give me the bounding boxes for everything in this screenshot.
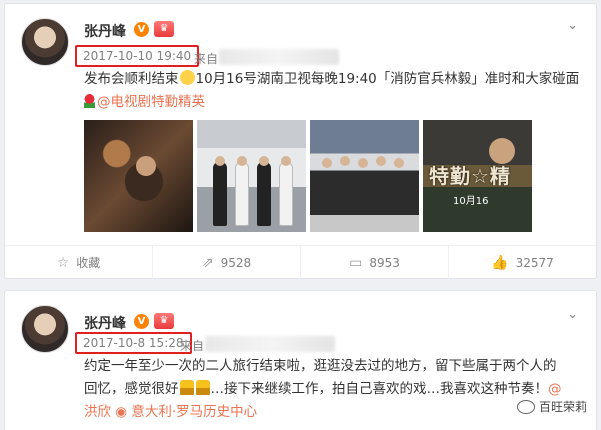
verified-badge-icon: V — [134, 22, 149, 37]
watermark-text: 百旺荣莉 — [538, 400, 587, 414]
chevron-down-icon[interactable]: ⌄ — [567, 18, 578, 33]
comment-button[interactable]: ▭ 8953 — [301, 246, 449, 279]
comment-icon: ▭ — [349, 254, 363, 271]
person-head — [237, 156, 247, 166]
like-count: 32577 — [515, 255, 554, 270]
person-figure — [257, 162, 271, 226]
person-head — [394, 158, 404, 168]
poster-date: 10月16 — [453, 196, 489, 207]
person-figure — [235, 162, 249, 226]
trophy-emoji-icon — [179, 380, 194, 395]
chevron-down-icon[interactable]: ⌄ — [567, 307, 578, 322]
post-timestamp[interactable]: 2017-10-10 19:40 — [75, 45, 200, 67]
post-text-part: 发布会顺利结束 — [84, 71, 179, 87]
person-head — [215, 156, 225, 166]
photo-thumbnail[interactable] — [84, 120, 193, 232]
repost-count: 9528 — [220, 255, 252, 270]
mention-at[interactable]: @ — [548, 381, 562, 397]
person-figure — [136, 156, 156, 176]
repost-button[interactable]: ⇗ 9528 — [153, 246, 301, 279]
avatar[interactable] — [21, 18, 69, 66]
share-icon: ⇗ — [201, 254, 214, 271]
person-head — [340, 156, 350, 166]
person-head — [489, 138, 515, 164]
smile-emoji-icon — [179, 70, 195, 85]
post-text-part: 10月16号湖南卫视每晚19:40「消防官兵林毅」准时和大家碰面 — [195, 71, 580, 87]
post-text-line: 约定一年至少一次的二人旅行结束啦，逛逛没去过的地方，留下些属于两个人的 — [84, 358, 557, 374]
weibo-post-card: 张丹峰 V ♛ ⌄ 2017-10-8 15:28 来自 约定一年至少一次的二人… — [4, 290, 597, 430]
post-text-part: 回忆，感觉很好 — [84, 381, 179, 397]
crown-badge-icon: ♛ — [154, 21, 174, 37]
redacted-source — [219, 49, 339, 65]
star-icon: ☆ — [56, 254, 70, 271]
photo-thumbnail[interactable] — [310, 120, 419, 232]
person-head — [259, 156, 269, 166]
comment-count: 8953 — [369, 255, 400, 270]
avatar[interactable] — [21, 305, 69, 353]
post-text-part: …接下来继续工作，拍自己喜欢的戏…我喜欢这种节奏！ — [210, 381, 549, 397]
person-figure — [213, 162, 227, 226]
post-text: 约定一年至少一次的二人旅行结束啦，逛逛没去过的地方，留下些属于两个人的 回忆，感… — [84, 355, 584, 424]
wechat-logo-icon — [516, 399, 535, 414]
trophy-emoji-icon — [195, 380, 210, 395]
photo-thumbnail[interactable]: 特勤☆精 10月16 — [423, 120, 532, 232]
favorite-button[interactable]: ☆ 收藏 — [5, 246, 153, 279]
redacted-source — [205, 336, 335, 352]
photo-thumbnail[interactable] — [197, 120, 306, 232]
source-label: 来自 — [194, 52, 219, 66]
post-timestamp[interactable]: 2017-10-8 15:28 — [75, 332, 192, 354]
poster-title: 特勤☆精 — [429, 164, 511, 188]
mention-link[interactable]: 洪欣 — [84, 404, 111, 420]
favorite-label: 收藏 — [76, 256, 101, 270]
location-link[interactable]: 意大利·罗马历史中心 — [131, 404, 257, 420]
post-text: 发布会顺利结束 10月16号湖南卫视每晚19:40「消防官兵林毅」准时和大家碰面 … — [84, 68, 584, 114]
person-head — [376, 156, 386, 166]
location-pin-icon: ◉ — [115, 404, 128, 420]
watermark: 百旺荣莉 — [512, 397, 591, 416]
person-head — [322, 158, 332, 168]
person-head — [358, 158, 368, 168]
weibo-post-card: 张丹峰 V ♛ ⌄ 2017-10-10 19:40 来自 发布会顺利结束 10月… — [4, 3, 597, 279]
source-label: 来自 — [180, 339, 205, 353]
person-head — [281, 156, 291, 166]
rose-emoji-icon — [84, 94, 95, 108]
verified-badge-icon: V — [134, 314, 149, 329]
person-figure — [279, 162, 293, 226]
thumbs-up-icon: 👍 — [491, 254, 509, 271]
author-name[interactable]: 张丹峰 — [84, 313, 126, 333]
like-button[interactable]: 👍 32577 — [449, 246, 596, 279]
crown-badge-icon: ♛ — [154, 313, 174, 329]
mention-link[interactable]: @电视剧特勤精英 — [97, 94, 205, 110]
author-name[interactable]: 张丹峰 — [84, 21, 126, 41]
action-bar: ☆ 收藏 ⇗ 9528 ▭ 8953 👍 32577 — [5, 245, 596, 279]
